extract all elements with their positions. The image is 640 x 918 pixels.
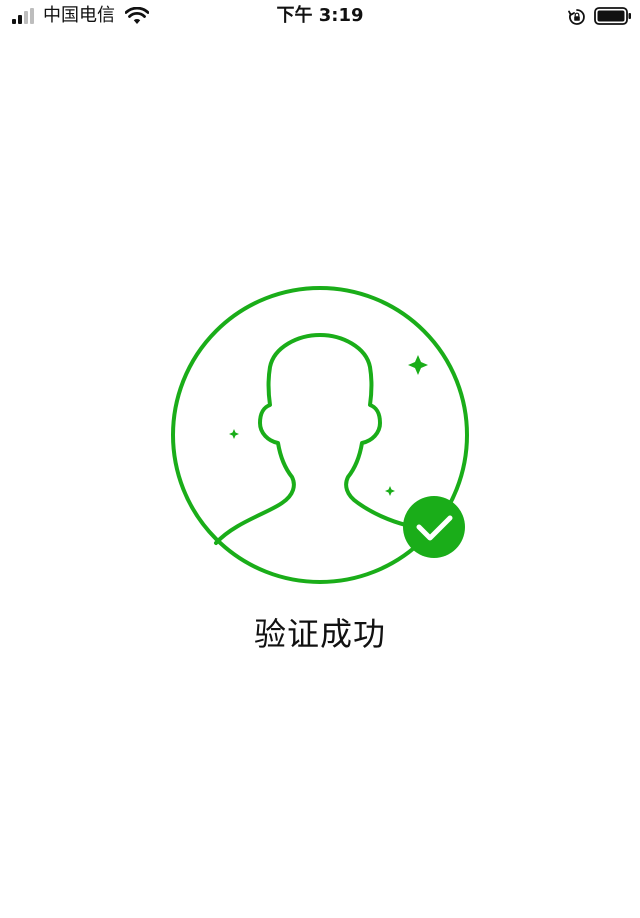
user-silhouette-icon: [214, 333, 408, 545]
sparkle-small-icon: [385, 486, 395, 496]
status-time: 下午 3:19: [276, 5, 364, 26]
verified-badge: [403, 496, 465, 558]
battery-icon: [594, 7, 631, 25]
sparkle-small-icon: [229, 429, 239, 439]
user-verified-illustration: [171, 286, 469, 584]
rotation-lock-icon: [568, 9, 585, 25]
sparkle-large-icon: [408, 355, 428, 375]
status-bar: 中国电信 下午 3:19: [0, 0, 640, 32]
verification-success-message: 验证成功: [253, 615, 386, 653]
